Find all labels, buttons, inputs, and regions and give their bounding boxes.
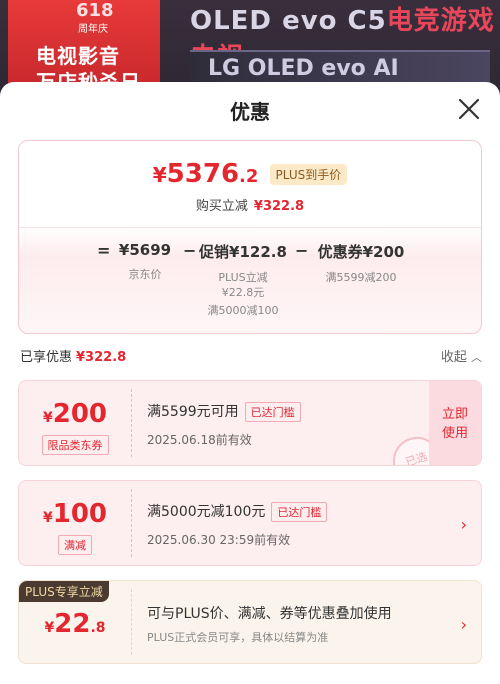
minus-sign: −	[295, 241, 309, 260]
coupon-card[interactable]: ¥100 满减 满5000元减100元 已达门槛 2025.06.30 23:59…	[18, 480, 482, 566]
final-price: ¥5376.2	[152, 159, 259, 189]
coupon-value: 优惠券¥200	[317, 243, 405, 261]
coupon-expiry: 2025.06.30 23:59前有效	[147, 533, 291, 547]
banner-title-prefix: OLED evo C5	[190, 6, 387, 36]
coupon-card[interactable]: ¥200 限品类东券 满5599元可用 已达门槛 2025.06.18前有效 已选…	[18, 380, 482, 466]
promo-label-amount: ¥22.8元	[221, 286, 265, 299]
coupon-separator	[131, 389, 132, 457]
badge-618: 618	[76, 0, 114, 21]
threshold-reached-badge: 已达门槛	[271, 502, 328, 522]
instant-discount-label: 购买立减	[195, 199, 248, 214]
plus-discount-card[interactable]: PLUS专享立减 ¥22.8 可与PLUS价、满减、券等优惠叠加使用 PLUS正…	[18, 580, 482, 664]
final-price-row: ¥5376.2 PLUS到手价	[19, 159, 481, 189]
divider	[19, 227, 481, 228]
applied-discounts-amount: ¥322.8	[76, 350, 127, 365]
coupon-title: 满5000元减100元 已达门槛	[147, 501, 328, 522]
coupon-note: PLUS正式会员可享，具体以结算为准	[147, 631, 329, 644]
base-price-value: ¥5699	[118, 241, 172, 259]
coupon-expiry: 2025.06.18前有效	[147, 433, 252, 447]
close-icon[interactable]	[456, 96, 482, 122]
coupon-title: 满5599元可用 已达门槛	[147, 401, 301, 422]
instant-discount-row: 购买立减 ¥322.8	[19, 195, 481, 214]
chevron-right-icon[interactable]: ›	[461, 615, 467, 634]
equals-sign: =	[97, 241, 111, 260]
coupon-amount: ¥200	[42, 399, 108, 429]
plus-price-tag: PLUS到手价	[269, 163, 348, 185]
base-price-label: 京东价	[128, 268, 162, 281]
promo-item: 促销¥122.8 PLUS立减 ¥22.8元 满5000减100	[199, 241, 287, 318]
tv-brand-text: LG OLED evo AI	[208, 56, 399, 81]
collapse-button[interactable]: 收起 ︿	[441, 346, 482, 365]
applied-discounts-header: 已享优惠 ¥322.8	[20, 346, 126, 365]
use-now-button[interactable]: 立即 使用	[429, 381, 481, 465]
coupon-separator	[131, 589, 132, 655]
coupon-amount: ¥100	[42, 499, 108, 529]
sheet-title: 优惠	[230, 100, 270, 124]
coupon-amount: ¥22.8	[44, 609, 106, 639]
coupon-title: 可与PLUS价、满减、券等优惠叠加使用	[147, 606, 392, 622]
price-summary-card: ¥5376.2 PLUS到手价 购买立减 ¥322.8 = ¥5699 京东价 −…	[18, 140, 482, 334]
chevron-up-icon: ︿	[471, 351, 482, 364]
applied-discounts-label: 已享优惠	[20, 350, 73, 365]
instant-discount-amount: ¥322.8	[253, 199, 305, 214]
minus-sign: −	[183, 241, 197, 260]
coupon-separator	[131, 489, 132, 557]
threshold-reached-badge: 已达门槛	[244, 402, 301, 422]
discount-sheet: 优惠 ¥5376.2 PLUS到手价 购买立减 ¥322.8 = ¥5699 京东…	[0, 82, 500, 684]
coupon-value-area: ¥22.8	[19, 581, 131, 663]
chevron-right-icon[interactable]: ›	[461, 515, 467, 534]
base-price-item: ¥5699 京东价	[115, 241, 175, 282]
badge-anniversary: 周年庆	[78, 24, 108, 35]
coupon-kind-badge: 限品类东券	[41, 435, 109, 455]
promo-value: 促销¥122.8	[199, 243, 287, 261]
coupon-value-area: ¥200 限品类东券	[19, 381, 131, 465]
coupon-label: 满5599减200	[325, 271, 397, 284]
collapse-label: 收起	[440, 350, 467, 365]
coupon-item: 优惠券¥200 满5599减200	[313, 241, 409, 285]
badge-line-1: 电视影音	[36, 44, 120, 68]
coupon-value-area: ¥100 满减	[19, 481, 131, 565]
coupon-kind-badge: 满减	[58, 535, 92, 555]
promo-label-threshold: 满5000减100	[207, 304, 279, 317]
promo-label-plus: PLUS立减	[218, 271, 268, 284]
